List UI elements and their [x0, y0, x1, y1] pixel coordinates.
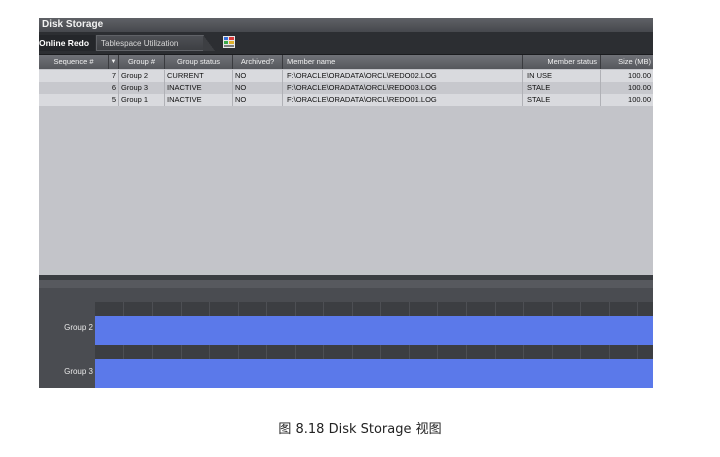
cell-sequence: 5 [39, 94, 119, 106]
timeline-bar-group-2[interactable] [95, 316, 653, 345]
tab-notch [203, 35, 215, 51]
cell-group: Group 1 [119, 94, 165, 106]
figure-caption: 图 8.18 Disk Storage 视图 [278, 422, 442, 437]
header-member-name[interactable]: Member name [283, 55, 523, 69]
grid-chart-icon[interactable] [223, 36, 235, 48]
cell-member-name: F:\ORACLE\ORADATA\ORCL\REDO02.LOG [283, 70, 523, 82]
window-title: Disk Storage [39, 18, 653, 32]
redo-group-timeline: Group 2 Group 3 [39, 280, 653, 388]
cell-group-status: INACTIVE [165, 82, 233, 94]
cell-group-status: CURRENT [165, 70, 233, 82]
timeline-bar-group-3[interactable] [95, 359, 653, 388]
header-sequence[interactable]: Sequence # [39, 55, 109, 69]
cell-group: Group 3 [119, 82, 165, 94]
cell-size: 100.00 [628, 95, 651, 104]
header-size-mb[interactable]: Size (MB) [601, 55, 653, 69]
timeline-header-strip [39, 280, 653, 288]
header-group-status[interactable]: Group status [165, 55, 233, 69]
table-row[interactable]: 7 Group 2 CURRENT NO F:\ORACLE\ORADATA\O… [39, 70, 653, 82]
cell-archived: NO [233, 70, 283, 82]
cell-member-name: F:\ORACLE\ORADATA\ORCL\REDO03.LOG [283, 82, 523, 94]
cell-size: 100.00 [628, 83, 651, 92]
grid-header: Sequence # ▼ Group # Group status Archiv… [39, 55, 653, 69]
cell-sequence: 6 [39, 82, 119, 94]
cell-member-status: STALE [523, 94, 601, 106]
redo-log-grid: Sequence # ▼ Group # Group status Archiv… [39, 55, 653, 311]
cell-member-status: STALE [523, 82, 601, 94]
timeline-plot-area [95, 302, 653, 388]
header-group[interactable]: Group # [119, 55, 165, 69]
tab-tablespace-utilization[interactable]: Tablespace Utilization [96, 35, 204, 51]
cell-sequence: 7 [39, 70, 119, 82]
table-row[interactable]: 5 Group 1 INACTIVE NO F:\ORACLE\ORADATA\… [39, 94, 653, 106]
header-member-status[interactable]: Member status [523, 55, 601, 69]
sort-desc-icon[interactable]: ▼ [109, 55, 119, 69]
tab-online-redo[interactable]: Online Redo [39, 35, 95, 51]
disk-storage-window: Disk Storage Online Redo Tablespace Util… [39, 18, 653, 388]
tab-bar: Online Redo Tablespace Utilization [39, 32, 653, 55]
cell-group-status: INACTIVE [165, 94, 233, 106]
cell-archived: NO [233, 94, 283, 106]
cell-size: 100.00 [628, 71, 651, 80]
cell-member-status: IN USE [523, 70, 601, 82]
cell-group: Group 2 [119, 70, 165, 82]
table-row[interactable]: 6 Group 3 INACTIVE NO F:\ORACLE\ORADATA\… [39, 82, 653, 94]
cell-member-name: F:\ORACLE\ORADATA\ORCL\REDO01.LOG [283, 94, 523, 106]
cell-archived: NO [233, 82, 283, 94]
timeline-label-group-2: Group 2 [64, 323, 93, 332]
timeline-label-group-3: Group 3 [64, 367, 93, 376]
header-archived[interactable]: Archived? [233, 55, 283, 69]
